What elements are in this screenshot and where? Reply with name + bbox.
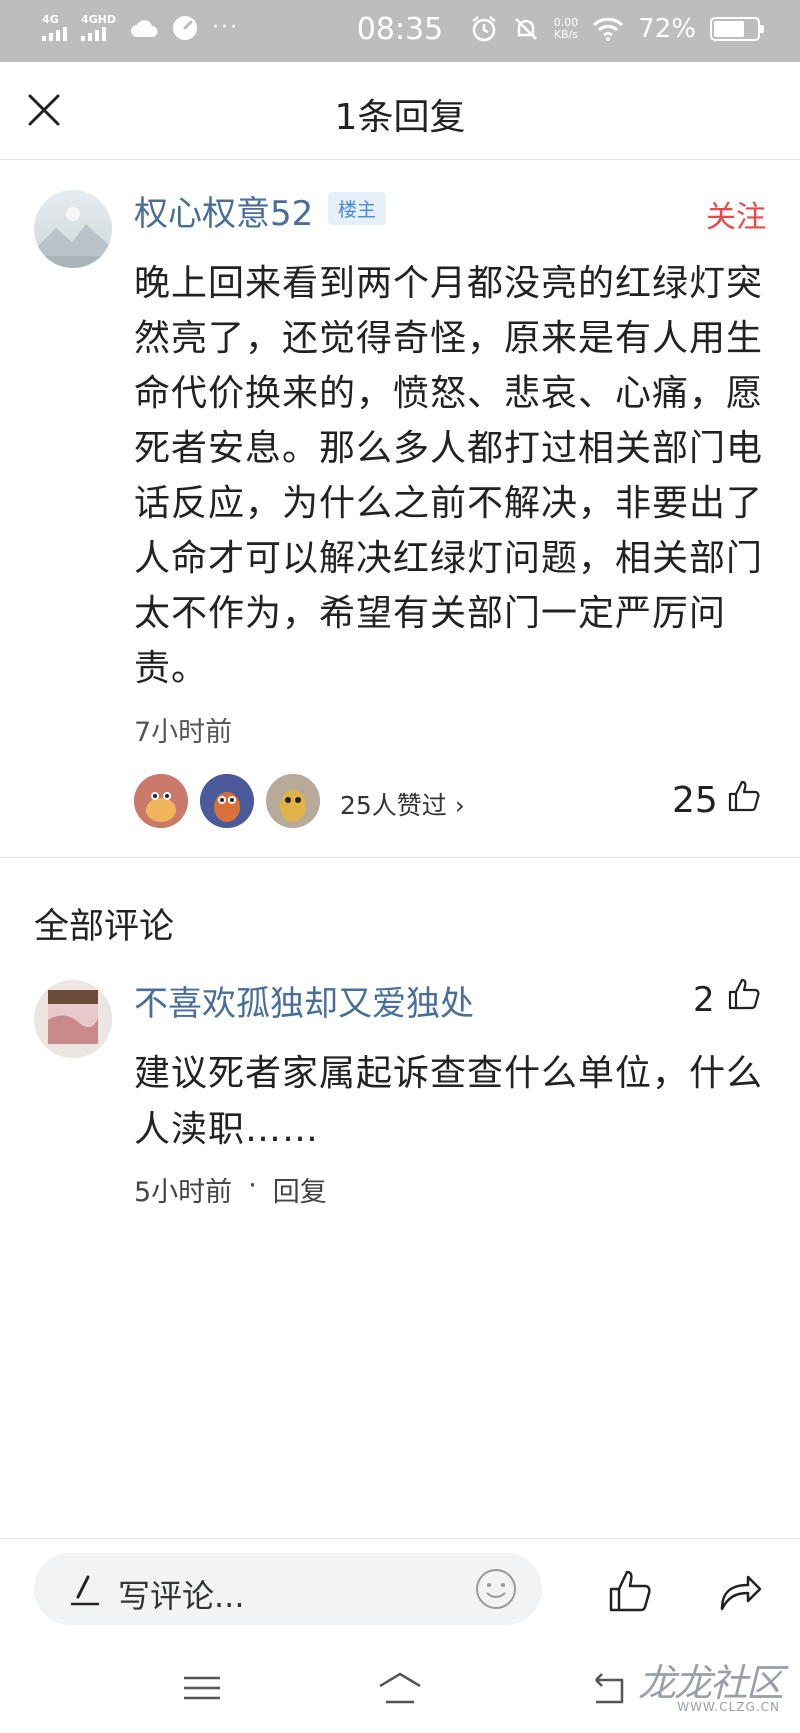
status-right: 0.00 KB/s 72% — [470, 14, 764, 44]
landscape-avatar-icon — [34, 207, 112, 268]
avatar[interactable] — [34, 190, 112, 268]
thumbs-up-icon[interactable] — [726, 976, 762, 1012]
comment-like-count: 2 — [693, 980, 715, 1020]
comment-input[interactable]: 写评论... — [34, 1553, 542, 1625]
menu-icon[interactable] — [178, 1668, 226, 1708]
reply-button[interactable]: 回复 — [273, 1170, 327, 1209]
comment-bar: 写评论... — [0, 1538, 800, 1646]
comment-content: 建议死者家属起诉查查什么单位，什么人渎职…… — [134, 1053, 764, 1150]
liker-avatar[interactable] — [266, 774, 320, 828]
back-icon[interactable] — [588, 1668, 636, 1708]
emoji-icon[interactable] — [474, 1567, 518, 1611]
alarm-icon — [471, 16, 496, 42]
author-name[interactable]: 权心权意52 — [134, 186, 313, 235]
comments-section-title: 全部评论 — [34, 907, 175, 947]
comment-meta: 5小时前 · 回复 — [134, 1170, 327, 1209]
avatar[interactable] — [34, 980, 112, 1058]
battery-fill — [714, 21, 745, 37]
battery-percent: 72% — [638, 14, 696, 44]
watermark-text: 龙龙社区 — [637, 1661, 784, 1705]
network-speed-unit: KB/s — [553, 28, 579, 41]
op-badge: 楼主 — [328, 192, 387, 225]
battery-icon — [710, 17, 764, 41]
meta-separator: · — [248, 1170, 257, 1201]
post-content: 晚上回来看到两个月都没亮的红绿灯突然亮了，还觉得奇怪，原来是有人用生命代价换来的… — [134, 263, 764, 689]
liker-avatar[interactable] — [134, 774, 188, 828]
status-bar: 4G 4GHD ··· 08:35 0.00 KB/s 72% — [0, 0, 800, 62]
comment-author[interactable]: 不喜欢孤独却又爱独处 — [134, 976, 474, 1025]
cartoon-avatar-icon — [134, 774, 188, 828]
wifi-icon — [593, 17, 624, 41]
follow-button[interactable]: 关注 — [706, 192, 766, 236]
photo-avatar-icon — [34, 980, 112, 1058]
watermark: 龙龙社区 WWW.CLZG.CN — [630, 1652, 790, 1722]
comment-input-placeholder: 写评论... — [118, 1577, 245, 1615]
cartoon-avatar-icon — [200, 774, 254, 828]
reply-header: 1条回复 — [0, 62, 800, 160]
network-speed: 0.00 KB/s — [554, 17, 579, 41]
likers-link[interactable]: 25人赞过 › — [340, 786, 465, 822]
cartoon-avatar-icon — [266, 774, 320, 828]
home-icon[interactable] — [376, 1668, 424, 1708]
watermark-url: WWW.CLZG.CN — [677, 1700, 780, 1714]
share-icon[interactable] — [716, 1567, 764, 1615]
like-count: 25 — [672, 780, 718, 821]
page-title: 1条回复 — [334, 97, 466, 138]
mute-bell-icon — [514, 18, 537, 40]
post-timestamp: 7小时前 — [134, 717, 233, 748]
main-post: 权心权意52 楼主 关注 晚上回来看到两个月都没亮的红绿灯突然亮了，还觉得奇怪，… — [0, 160, 800, 858]
liker-avatar[interactable] — [200, 774, 254, 828]
thumbs-up-icon[interactable] — [606, 1567, 654, 1615]
pen-icon — [70, 1575, 100, 1606]
thumbs-up-icon[interactable] — [726, 778, 762, 814]
comment-timestamp: 5小时前 — [134, 1177, 233, 1208]
